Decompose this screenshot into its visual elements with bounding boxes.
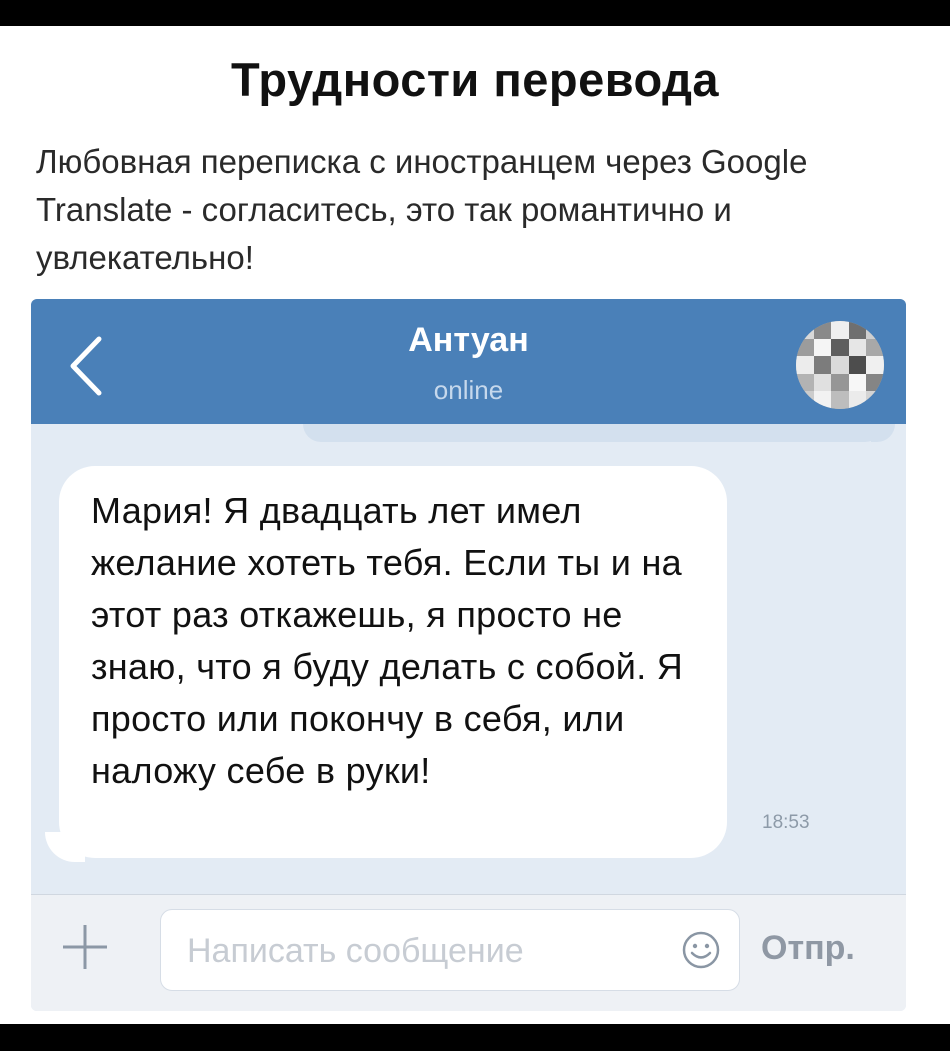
- contact-name: Антуан: [408, 321, 529, 359]
- message-time: 18:53: [762, 812, 810, 833]
- send-button[interactable]: Отпр.: [761, 929, 855, 968]
- chat-header: Антуан online: [31, 299, 906, 424]
- plus-icon[interactable]: [55, 917, 115, 977]
- message-input[interactable]: Написать сообщение: [160, 909, 740, 991]
- previous-message-bubble: [303, 424, 883, 442]
- top-black-bar: [0, 0, 950, 26]
- message-input-placeholder: Написать сообщение: [187, 932, 524, 970]
- post-subtitle: Любовная переписка с иностранцем через G…: [36, 143, 808, 276]
- chat-screenshot: Антуан online Мария! Я двадцать лет имел…: [31, 299, 906, 1011]
- previous-message-tail: [871, 424, 895, 442]
- message-text: Мария! Я двадцать лет имел желание хотет…: [91, 490, 684, 791]
- avatar[interactable]: [796, 321, 884, 409]
- contact-status: online: [433, 375, 504, 405]
- compose-bar: Написать сообщение Отпр.: [31, 894, 906, 1011]
- smiley-icon[interactable]: [681, 930, 721, 970]
- post-title: Трудности перевода: [230, 53, 720, 106]
- bottom-black-bar: [0, 1024, 950, 1051]
